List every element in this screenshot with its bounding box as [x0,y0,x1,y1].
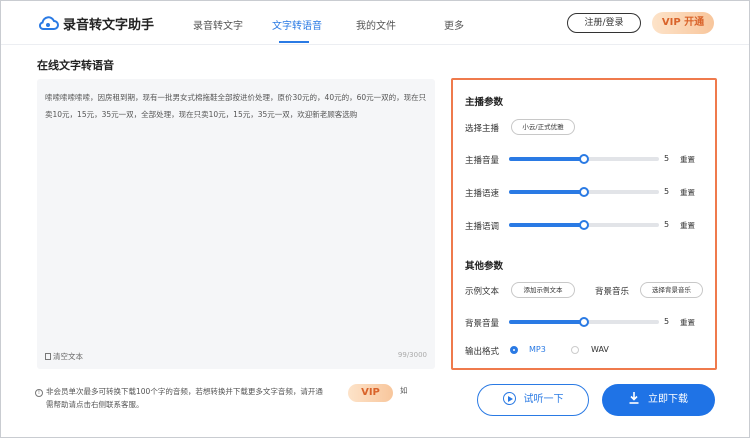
bg-volume-slider[interactable] [509,317,659,327]
anchor-speed-slider[interactable] [509,187,659,197]
notice-tail-text: 如 [400,386,408,395]
active-nav-indicator [279,41,309,43]
voice-settings-panel: 主播参数 选择主播 小云/正式优雅 主播音量 5 重置 主播语速 5 重置 主播… [451,78,717,370]
slider-fill [509,157,584,161]
cloud-logo-icon [38,16,59,30]
reset-volume-button[interactable]: 重置 [680,154,695,165]
slider-fill [509,320,584,324]
select-anchor-label: 选择主播 [465,124,500,134]
pitch-value: 5 [664,220,670,229]
member-notice: ! 非会员单次最多可转换下载100个字的音频，若想转换并下载更多文字音频，请开通 … [35,385,347,411]
clear-text-button[interactable]: 清空文本 [45,351,83,362]
text-editor[interactable]: 嗦嗦嗦嗦嗦嗦，因房租到期，现有一批男女式棉拖鞋全部按进价处理，原价30元的，40… [37,79,435,369]
notice-vip-button[interactable]: VIP [348,384,393,402]
nav-item-text-to-speech[interactable]: 文字转语音 [272,17,322,32]
reset-pitch-button[interactable]: 重置 [680,220,695,231]
slider-label-pitch: 主播语调 [465,222,500,232]
nav-item-audio-to-text[interactable]: 录音转文字 [193,17,243,32]
trash-icon [45,353,51,360]
notice-text: 非会员单次最多可转换下载100个字的音频，若想转换并下载更多文字音频，请开通 [46,387,323,396]
select-bgm-button[interactable]: 选择背景音乐 [640,282,703,298]
slider-fill [509,223,584,227]
download-label: 立即下载 [648,394,688,405]
slider-handle[interactable] [579,317,589,327]
anchor-select-button[interactable]: 小云/正式优雅 [511,119,575,135]
mp3-label[interactable]: MP3 [529,345,546,354]
add-sample-text-button[interactable]: 添加示例文本 [511,282,575,298]
slider-label-volume: 主播音量 [465,156,500,166]
app-title: 录音转文字助手 [63,18,155,33]
speed-value: 5 [664,187,670,196]
bg-volume-value: 5 [664,317,670,326]
sample-text-label: 示例文本 [465,287,500,297]
info-icon: ! [35,389,43,397]
top-header: 录音转文字助手 录音转文字 文字转语音 我的文件 更多 注册/登录 VIP 开通 [1,1,749,45]
slider-handle[interactable] [579,187,589,197]
slider-label-bg-volume: 背景音量 [465,319,500,329]
login-register-button[interactable]: 注册/登录 [567,13,641,33]
bgm-label: 背景音乐 [595,287,630,297]
anchor-pitch-slider[interactable] [509,220,659,230]
slider-fill [509,190,584,194]
wav-label[interactable]: WAV [591,345,609,354]
other-params-heading: 其他参数 [465,261,504,272]
nav-item-more[interactable]: 更多 [444,17,464,32]
editor-text[interactable]: 嗦嗦嗦嗦嗦嗦，因房租到期，现有一批男女式棉拖鞋全部按进价处理，原价30元的，40… [45,89,429,123]
char-count: 99/3000 [397,351,427,359]
nav-item-my-files[interactable]: 我的文件 [356,17,396,32]
output-format-label: 输出格式 [465,347,500,357]
slider-label-speed: 主播语速 [465,189,500,199]
wav-radio[interactable] [571,346,579,354]
vip-open-button[interactable]: VIP 开通 [652,12,714,34]
reset-bg-volume-button[interactable]: 重置 [680,317,695,328]
page-title: 在线文字转语音 [37,59,114,72]
preview-label: 试听一下 [523,394,564,405]
download-button[interactable]: 立即下载 [602,384,715,416]
slider-handle[interactable] [579,220,589,230]
reset-speed-button[interactable]: 重置 [680,187,695,198]
download-icon [629,392,639,404]
app-window: 录音转文字助手 录音转文字 文字转语音 我的文件 更多 注册/登录 VIP 开通… [0,0,750,438]
slider-handle[interactable] [579,154,589,164]
volume-value: 5 [664,154,670,163]
mp3-radio[interactable] [510,346,518,354]
preview-button[interactable]: 试听一下 [477,384,589,416]
notice-help-text: 需帮助请点击右侧联系客服。 [46,400,144,409]
anchor-volume-slider[interactable] [509,154,659,164]
anchor-params-heading: 主播参数 [465,97,504,108]
clear-text-label: 清空文本 [53,352,83,361]
play-icon [502,392,516,405]
